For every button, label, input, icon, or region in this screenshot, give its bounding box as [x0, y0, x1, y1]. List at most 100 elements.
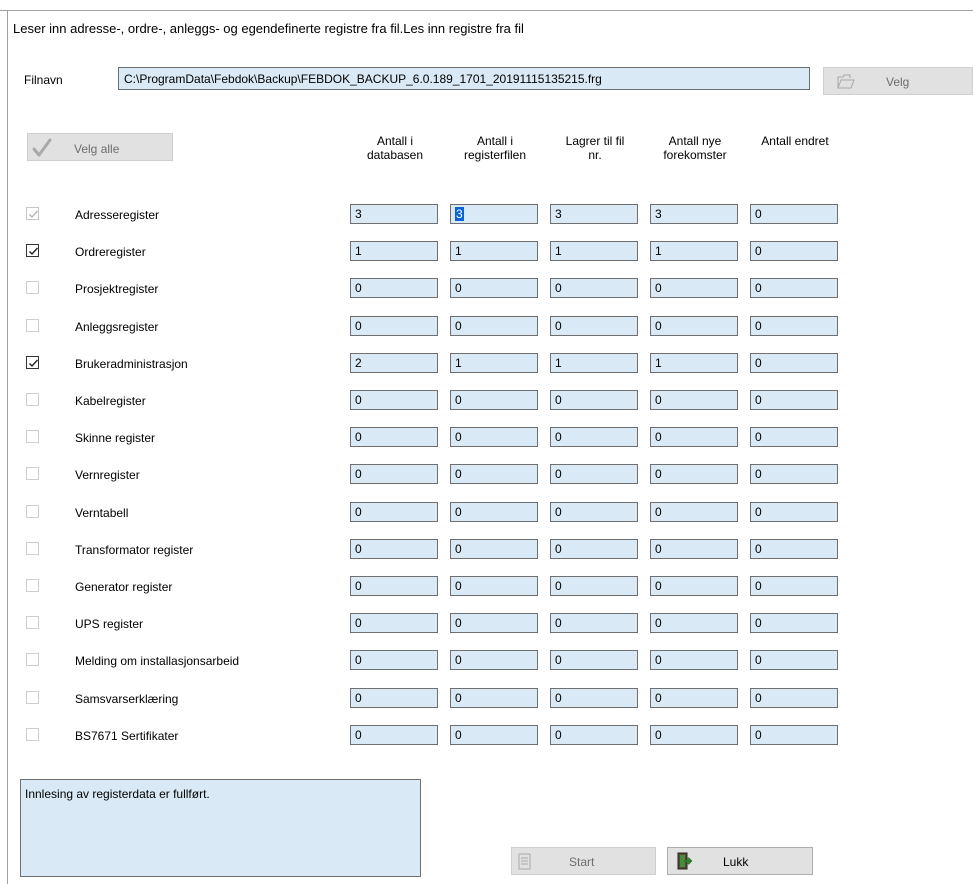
register-count-field[interactable]: 0 — [650, 316, 738, 336]
register-count-field[interactable]: 0 — [450, 390, 538, 410]
register-count-field[interactable]: 0 — [650, 576, 738, 596]
register-count-field[interactable]: 0 — [550, 502, 638, 522]
register-checkbox[interactable] — [26, 281, 39, 294]
register-count-field[interactable]: 0 — [550, 427, 638, 447]
register-count-field[interactable]: 2 — [350, 353, 438, 373]
register-count-field[interactable]: 0 — [350, 539, 438, 559]
register-count-field[interactable]: 1 — [650, 241, 738, 261]
register-checkbox[interactable] — [26, 691, 39, 704]
register-count-field[interactable]: 0 — [750, 464, 838, 484]
register-checkbox[interactable] — [26, 616, 39, 629]
close-button[interactable]: Lukk — [667, 847, 813, 875]
register-count-field[interactable]: 0 — [350, 688, 438, 708]
register-count-value: 0 — [355, 430, 362, 444]
register-count-field[interactable]: 0 — [350, 427, 438, 447]
register-checkbox[interactable] — [26, 579, 39, 592]
register-checkbox[interactable] — [26, 319, 39, 332]
register-count-field[interactable]: 0 — [450, 688, 538, 708]
register-count-field[interactable]: 1 — [450, 241, 538, 261]
register-count-field[interactable]: 0 — [450, 464, 538, 484]
register-count-field[interactable]: 0 — [750, 650, 838, 670]
register-count-field[interactable]: 0 — [550, 316, 638, 336]
register-count-field[interactable]: 0 — [650, 427, 738, 447]
register-count-field[interactable]: 0 — [650, 390, 738, 410]
filename-field[interactable]: C:\ProgramData\Febdok\Backup\FEBDOK_BACK… — [118, 67, 810, 90]
register-count-field[interactable]: 0 — [550, 688, 638, 708]
register-count-field[interactable]: 0 — [750, 725, 838, 745]
register-count-field[interactable]: 0 — [750, 613, 838, 633]
register-count-field[interactable]: 0 — [750, 502, 838, 522]
register-count-field[interactable]: 0 — [750, 278, 838, 298]
register-count-field[interactable]: 0 — [350, 390, 438, 410]
register-count-field[interactable]: 0 — [650, 539, 738, 559]
register-count-field[interactable]: 0 — [450, 725, 538, 745]
register-count-field[interactable]: 0 — [650, 278, 738, 298]
register-count-field[interactable]: 0 — [550, 539, 638, 559]
register-count-field[interactable]: 0 — [350, 502, 438, 522]
start-button[interactable]: Start — [511, 847, 656, 875]
register-count-field[interactable]: 0 — [650, 464, 738, 484]
register-count-field[interactable]: 1 — [550, 241, 638, 261]
register-count-field[interactable]: 0 — [350, 650, 438, 670]
column-header: Antall nye forekomster — [640, 134, 750, 162]
register-checkbox[interactable] — [26, 393, 39, 406]
select-all-button[interactable]: Velg alle — [27, 133, 173, 161]
register-count-field[interactable]: 0 — [650, 725, 738, 745]
register-count-field[interactable]: 0 — [350, 613, 438, 633]
register-count-field[interactable]: 1 — [450, 353, 538, 373]
choose-file-button[interactable]: Velg — [823, 67, 973, 95]
register-checkbox[interactable] — [26, 542, 39, 555]
register-count-field[interactable]: 0 — [550, 576, 638, 596]
register-count-field[interactable]: 0 — [450, 427, 538, 447]
register-count-field[interactable]: 0 — [350, 725, 438, 745]
register-count-field[interactable]: 0 — [450, 316, 538, 336]
register-count-field[interactable]: 0 — [650, 613, 738, 633]
register-count-field[interactable]: 0 — [450, 539, 538, 559]
register-count-value: 0 — [355, 319, 362, 333]
register-checkbox[interactable] — [26, 505, 39, 518]
register-count-field[interactable]: 0 — [650, 688, 738, 708]
register-count-field[interactable]: 0 — [750, 204, 838, 224]
register-checkbox[interactable] — [26, 356, 39, 369]
register-count-field[interactable]: 0 — [350, 464, 438, 484]
register-count-field[interactable]: 3 — [550, 204, 638, 224]
register-count-field[interactable]: 3 — [450, 204, 538, 224]
register-count-field[interactable]: 0 — [350, 316, 438, 336]
register-count-field[interactable]: 0 — [450, 278, 538, 298]
register-count-field[interactable]: 0 — [350, 576, 438, 596]
register-checkbox[interactable] — [26, 653, 39, 666]
register-checkbox[interactable] — [26, 467, 39, 480]
register-count-field[interactable]: 0 — [750, 316, 838, 336]
register-count-field[interactable]: 0 — [550, 650, 638, 670]
register-count-field[interactable]: 1 — [550, 353, 638, 373]
register-count-field[interactable]: 3 — [350, 204, 438, 224]
register-count-field[interactable]: 0 — [450, 650, 538, 670]
register-count-value: 0 — [655, 728, 662, 742]
register-count-field[interactable]: 3 — [650, 204, 738, 224]
register-count-field[interactable]: 0 — [550, 725, 638, 745]
register-checkbox[interactable] — [26, 728, 39, 741]
register-count-field[interactable]: 0 — [750, 427, 838, 447]
register-count-field[interactable]: 0 — [450, 613, 538, 633]
register-count-field[interactable]: 1 — [350, 241, 438, 261]
register-count-field[interactable]: 0 — [550, 464, 638, 484]
register-count-field[interactable]: 0 — [450, 576, 538, 596]
register-count-field[interactable]: 0 — [550, 613, 638, 633]
register-count-field[interactable]: 0 — [750, 539, 838, 559]
register-checkbox[interactable] — [26, 244, 39, 257]
register-count-field[interactable]: 0 — [750, 353, 838, 373]
register-count-field[interactable]: 0 — [750, 241, 838, 261]
register-count-field[interactable]: 1 — [650, 353, 738, 373]
register-count-field[interactable]: 0 — [750, 688, 838, 708]
register-checkbox[interactable] — [26, 207, 39, 220]
register-count-field[interactable]: 0 — [550, 278, 638, 298]
register-count-field[interactable]: 0 — [650, 502, 738, 522]
register-count-field[interactable]: 0 — [550, 390, 638, 410]
register-count-field[interactable]: 0 — [650, 650, 738, 670]
register-checkbox[interactable] — [26, 430, 39, 443]
register-count-field[interactable]: 0 — [350, 278, 438, 298]
register-count-field[interactable]: 0 — [750, 390, 838, 410]
register-count-field[interactable]: 0 — [750, 576, 838, 596]
register-count-value: 0 — [655, 281, 662, 295]
register-count-field[interactable]: 0 — [450, 502, 538, 522]
